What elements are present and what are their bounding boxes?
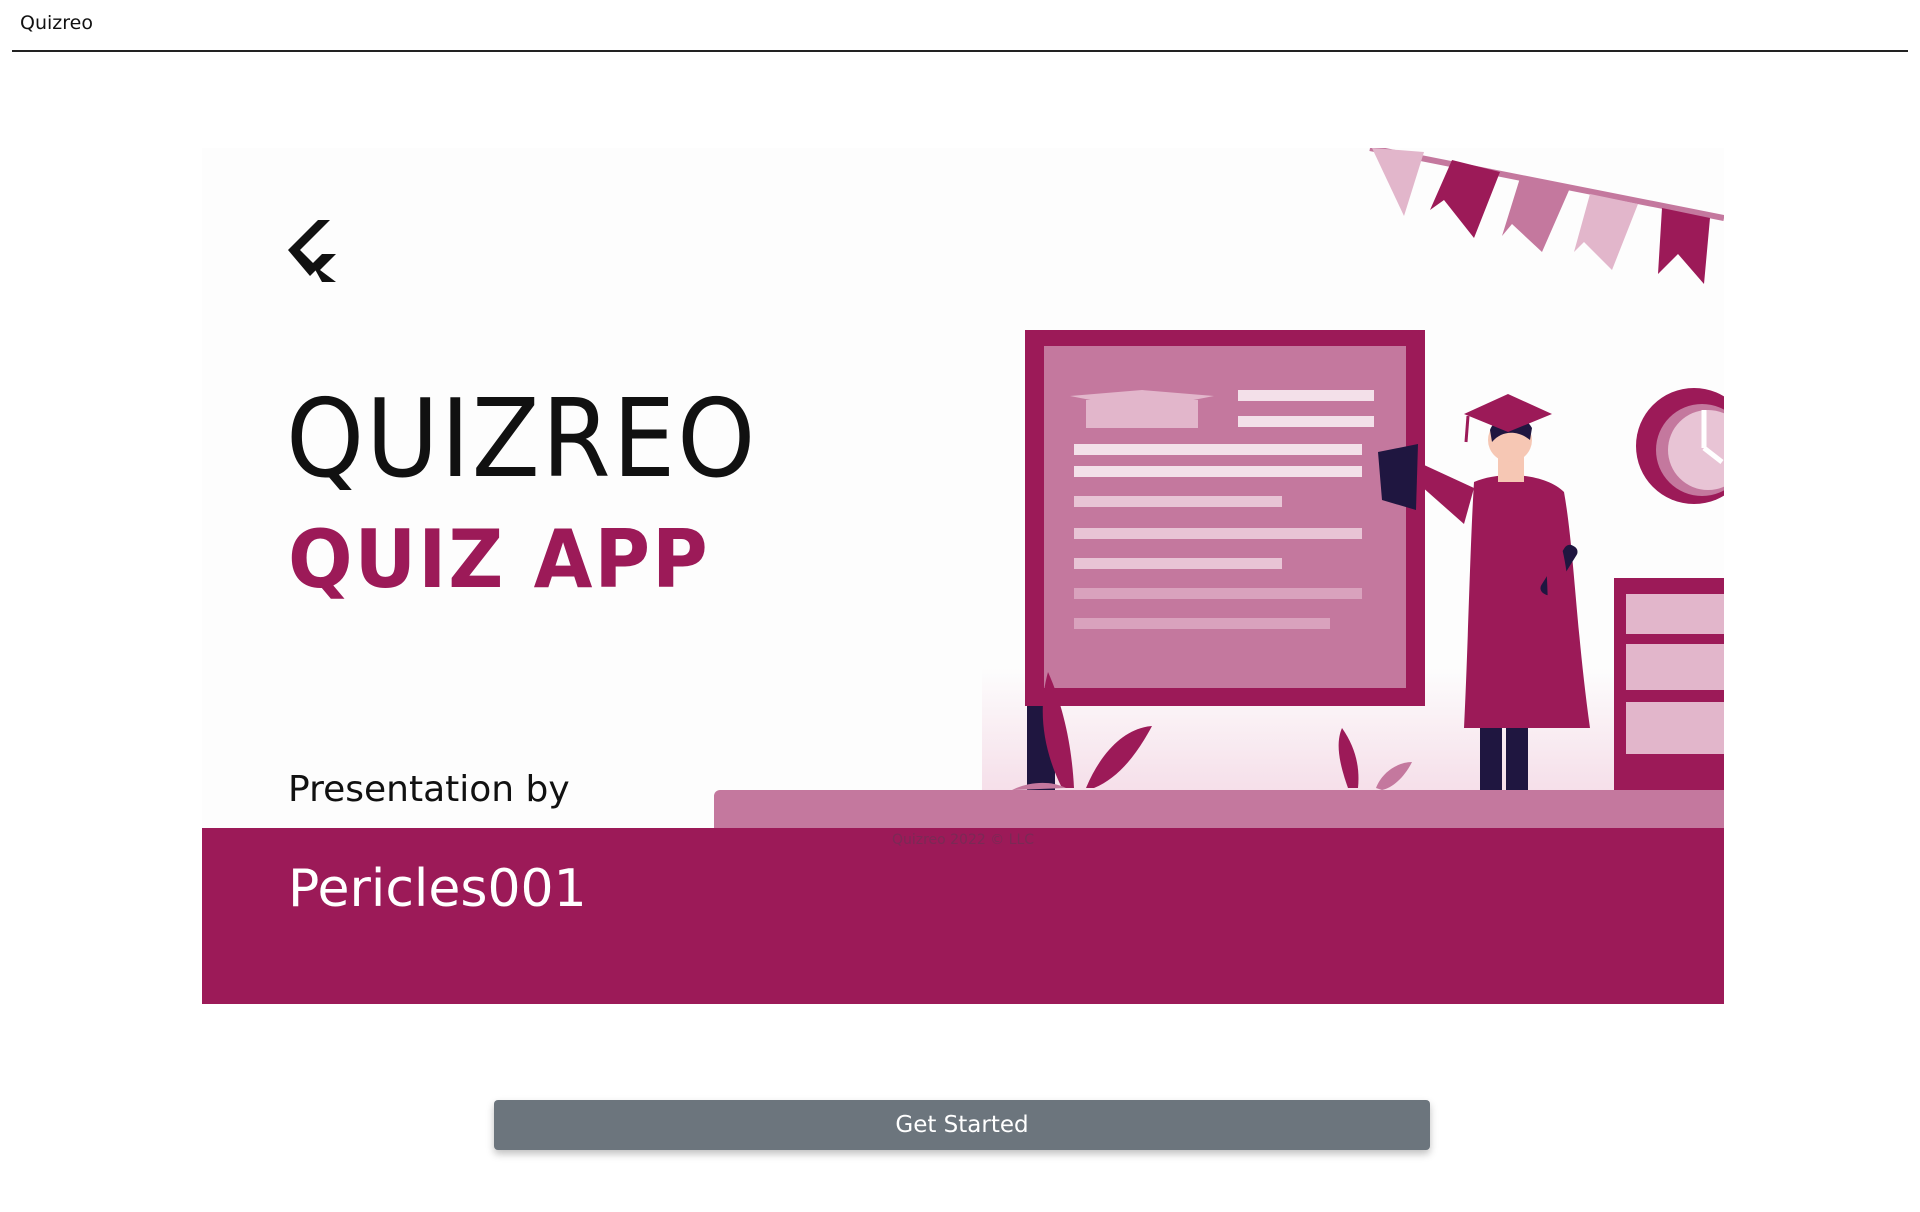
banner-subheading: QUIZ APP — [288, 513, 710, 606]
desk — [714, 790, 1724, 830]
copyright-text: Quizreo 2022 © LLC — [891, 832, 1035, 848]
shelf — [1614, 578, 1724, 790]
flutter-logo-icon — [288, 220, 336, 282]
hero-banner: QUIZREO QUIZ APP Presentation by Pericle… — [202, 148, 1724, 1004]
get-started-button[interactable]: Get Started — [494, 1100, 1430, 1150]
app-title: Quizreo — [20, 12, 93, 34]
app-header: Quizreo — [12, 0, 1908, 52]
banner-heading: QUIZREO — [286, 377, 758, 502]
presentation-by-label: Presentation by — [288, 769, 570, 810]
clock-icon — [1636, 388, 1724, 504]
author-name: Pericles001 — [288, 859, 587, 919]
presentation-board — [1025, 330, 1425, 790]
bunting-flags — [1369, 148, 1724, 284]
